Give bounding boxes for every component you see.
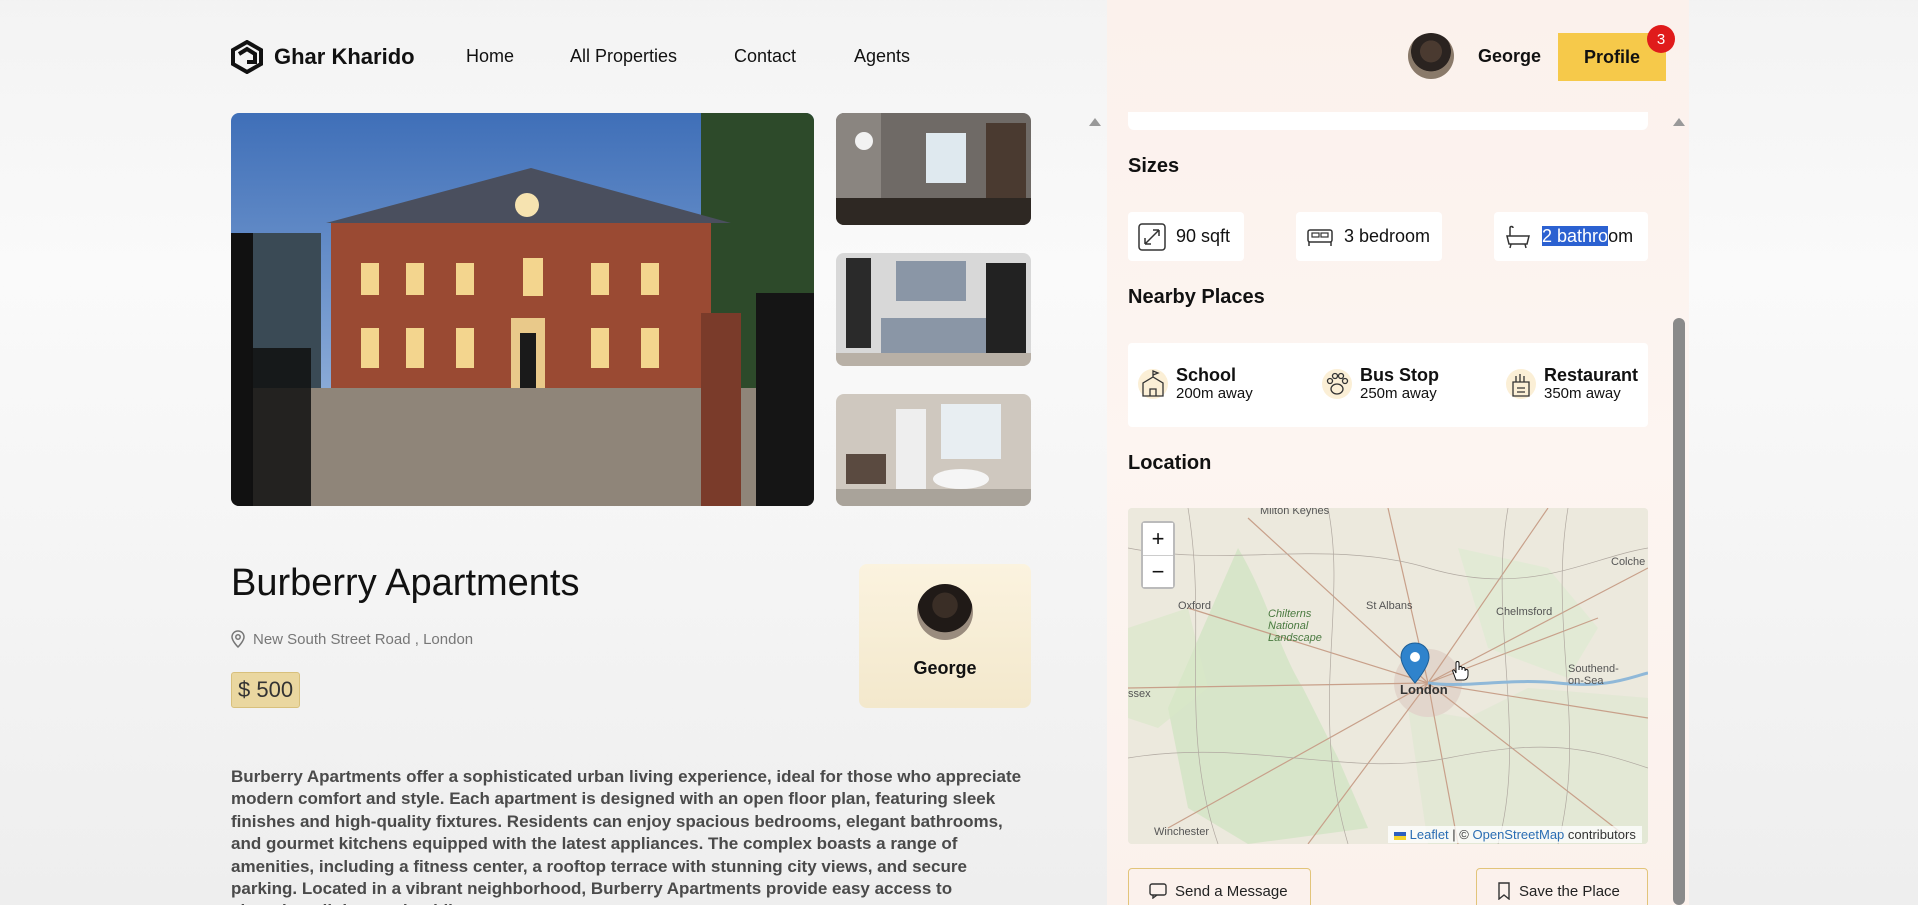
nearby-name: School (1176, 365, 1237, 385)
notification-badge: 3 (1647, 25, 1675, 53)
scroll-up-arrow-icon[interactable] (1089, 118, 1101, 126)
map-label: St Albans (1366, 600, 1413, 612)
house-photo (231, 113, 814, 506)
nearby-name: Restaurant (1544, 365, 1639, 385)
nearby-distance: 350m away (1544, 385, 1621, 402)
brand-name: Ghar Kharido (274, 44, 415, 69)
bedrooms-value: 3 bedroom (1344, 226, 1431, 246)
ukraine-flag-icon (1394, 831, 1406, 840)
save-place-button[interactable]: Save the Place (1476, 868, 1648, 905)
nearby-bus-stop: Bus Stop 250m away (1322, 365, 1439, 403)
panel-scrollbar[interactable] (1673, 318, 1685, 905)
nearby-school: School 200m away (1138, 365, 1253, 403)
page: Ghar Kharido Home All Properties Contact… (0, 0, 1918, 905)
property-title: Burberry Apartments (231, 562, 580, 604)
nearby-distance: 200m away (1176, 385, 1253, 402)
user-name[interactable]: George (1478, 46, 1541, 67)
bed-icon (1307, 228, 1333, 246)
previous-card-bottom (1128, 112, 1648, 130)
user-menu[interactable]: George (1408, 33, 1541, 79)
kitchen-photo (836, 253, 1031, 366)
size-bedrooms: 3 bedroom (1296, 212, 1442, 261)
map-label: Southend-on-Sea (1568, 663, 1619, 687)
school-icon (1138, 369, 1168, 399)
bathrooms-value: 2 bathroom (1542, 226, 1634, 246)
map-label: Chilterns National Landscape (1268, 608, 1322, 644)
avatar (917, 584, 973, 640)
location-map[interactable]: Milton Keynes Oxford Chilterns National … (1128, 508, 1648, 844)
zoom-in-button[interactable]: + (1143, 523, 1173, 555)
zoom-out-button[interactable]: − (1143, 555, 1173, 587)
nav-all-properties[interactable]: All Properties (570, 46, 677, 67)
address-text: New South Street Road , London (253, 630, 474, 648)
map-label: Winchester (1154, 826, 1210, 838)
kitchen-photo (836, 113, 1031, 225)
nearby-distance: 250m away (1360, 385, 1437, 402)
map-label: Milton Keynes (1260, 508, 1330, 517)
map-label: ssex (1128, 688, 1151, 700)
avatar[interactable] (1408, 33, 1454, 79)
nearby-name: Bus Stop (1360, 365, 1439, 385)
location-pin-icon (231, 630, 245, 648)
agent-card[interactable]: George (859, 564, 1031, 708)
expand-icon (1138, 222, 1166, 251)
send-message-button[interactable]: Send a Message (1128, 868, 1311, 905)
agent-name: George (913, 658, 977, 678)
bathroom-photo (836, 394, 1031, 506)
map-label: Colche (1611, 556, 1646, 568)
gallery-thumbnail[interactable] (836, 394, 1031, 506)
map-label: London (1400, 682, 1448, 697)
property-address: New South Street Road , London (231, 630, 473, 648)
nearby-restaurant: Restaurant 350m away (1506, 365, 1638, 403)
price-tag: $ 500 (231, 672, 301, 708)
gallery-thumbnail[interactable] (836, 113, 1031, 225)
location-heading: Location (1128, 452, 1212, 474)
message-icon (1149, 883, 1167, 899)
property-description: Burberry Apartments offer a sophisticate… (231, 767, 1022, 905)
map-zoom-control: + − (1141, 521, 1175, 589)
map-marker-icon[interactable] (1400, 642, 1430, 684)
bookmark-icon (1498, 882, 1510, 900)
nearby-places-card: School 200m away Bus Stop 250m away Rest… (1128, 343, 1648, 427)
main-property-image[interactable] (231, 113, 814, 506)
size-area: 90 sqft (1128, 212, 1244, 261)
paw-icon (1322, 369, 1352, 399)
nearby-heading: Nearby Places (1128, 286, 1265, 308)
restaurant-icon (1506, 369, 1536, 399)
leaflet-link[interactable]: Leaflet (1410, 827, 1449, 842)
scroll-up-arrow-icon[interactable] (1673, 118, 1685, 126)
size-bathrooms: 2 bathroom (1494, 212, 1648, 261)
nav-agents[interactable]: Agents (854, 46, 910, 67)
nav-contact[interactable]: Contact (734, 46, 796, 67)
bathtub-icon (1506, 225, 1530, 248)
nav-home[interactable]: Home (466, 46, 514, 67)
logo-icon (231, 40, 263, 74)
map-attribution: Leaflet | © OpenStreetMap contributors (1388, 826, 1642, 843)
gallery-thumbnail[interactable] (836, 253, 1031, 366)
sizes-heading: Sizes (1128, 155, 1180, 177)
map-label: Chelmsford (1496, 606, 1553, 618)
brand-logo[interactable]: Ghar Kharido (230, 40, 415, 74)
selected-text: 2 bathro (1542, 226, 1609, 246)
osm-link[interactable]: OpenStreetMap (1473, 827, 1565, 842)
map-label: Oxford (1178, 600, 1212, 612)
area-value: 90 sqft (1176, 226, 1231, 246)
hand-cursor-icon (1452, 661, 1469, 681)
